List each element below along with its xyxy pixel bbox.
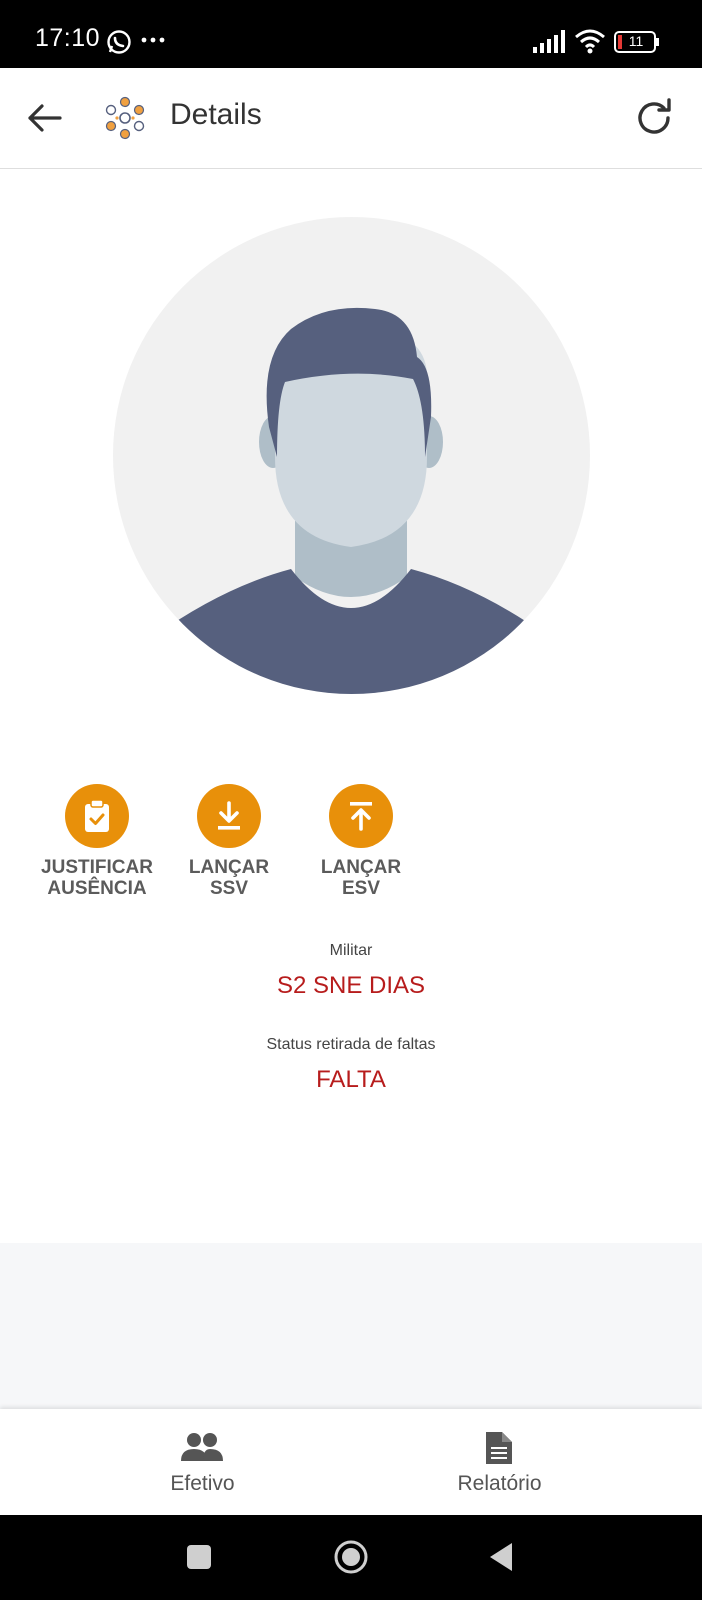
action-label: LANÇAR ESV — [320, 857, 402, 899]
upload-icon — [350, 802, 372, 831]
back-icon[interactable] — [482, 1537, 522, 1577]
page-title: Details — [170, 98, 262, 131]
clipboard-check-icon — [85, 799, 109, 832]
action-circle — [329, 784, 393, 848]
battery-level: 11 — [628, 33, 644, 49]
home-icon[interactable] — [331, 1537, 371, 1577]
screen: 17:10 11 Details JUSTIFICAR AUSÊNCIA LAN… — [0, 0, 702, 1600]
nav-item-relatorio[interactable]: Relatório — [324, 1409, 675, 1515]
bottom-nav: Efetivo Relatório — [0, 1409, 702, 1515]
content-background — [0, 1243, 702, 1409]
recents-icon[interactable] — [179, 1537, 219, 1577]
nav-label: Relatório — [457, 1472, 542, 1495]
document-icon — [486, 1432, 512, 1464]
system-nav-bar — [0, 1515, 702, 1600]
action-circle — [65, 784, 129, 848]
action-circle — [197, 784, 261, 848]
status-bar: 17:10 11 — [0, 0, 702, 68]
status-label: Status retirada de faltas — [266, 1036, 436, 1053]
app-logo-icon — [105, 96, 145, 140]
download-icon — [218, 801, 240, 830]
more-dots-icon — [141, 37, 165, 43]
back-arrow-icon[interactable] — [22, 96, 66, 140]
action-label: JUSTIFICAR AUSÊNCIA — [41, 857, 153, 899]
people-icon — [181, 1433, 223, 1461]
status-value: FALTA — [316, 1066, 386, 1093]
lancar-ssv-button[interactable]: LANÇAR SSV — [159, 784, 299, 899]
militar-value: S2 SNE DIAS — [276, 972, 426, 999]
app-bar: Details — [0, 68, 702, 169]
justificar-ausencia-button[interactable]: JUSTIFICAR AUSÊNCIA — [27, 784, 167, 899]
whatsapp-icon — [107, 30, 131, 54]
lancar-esv-button[interactable]: LANÇAR ESV — [291, 784, 431, 899]
signal-icon — [533, 30, 565, 53]
action-label: LANÇAR SSV — [188, 857, 270, 899]
refresh-icon[interactable] — [632, 96, 676, 140]
avatar — [113, 217, 590, 694]
militar-label: Militar — [329, 942, 373, 959]
wifi-icon — [575, 29, 605, 54]
status-time: 17:10 — [35, 24, 101, 52]
